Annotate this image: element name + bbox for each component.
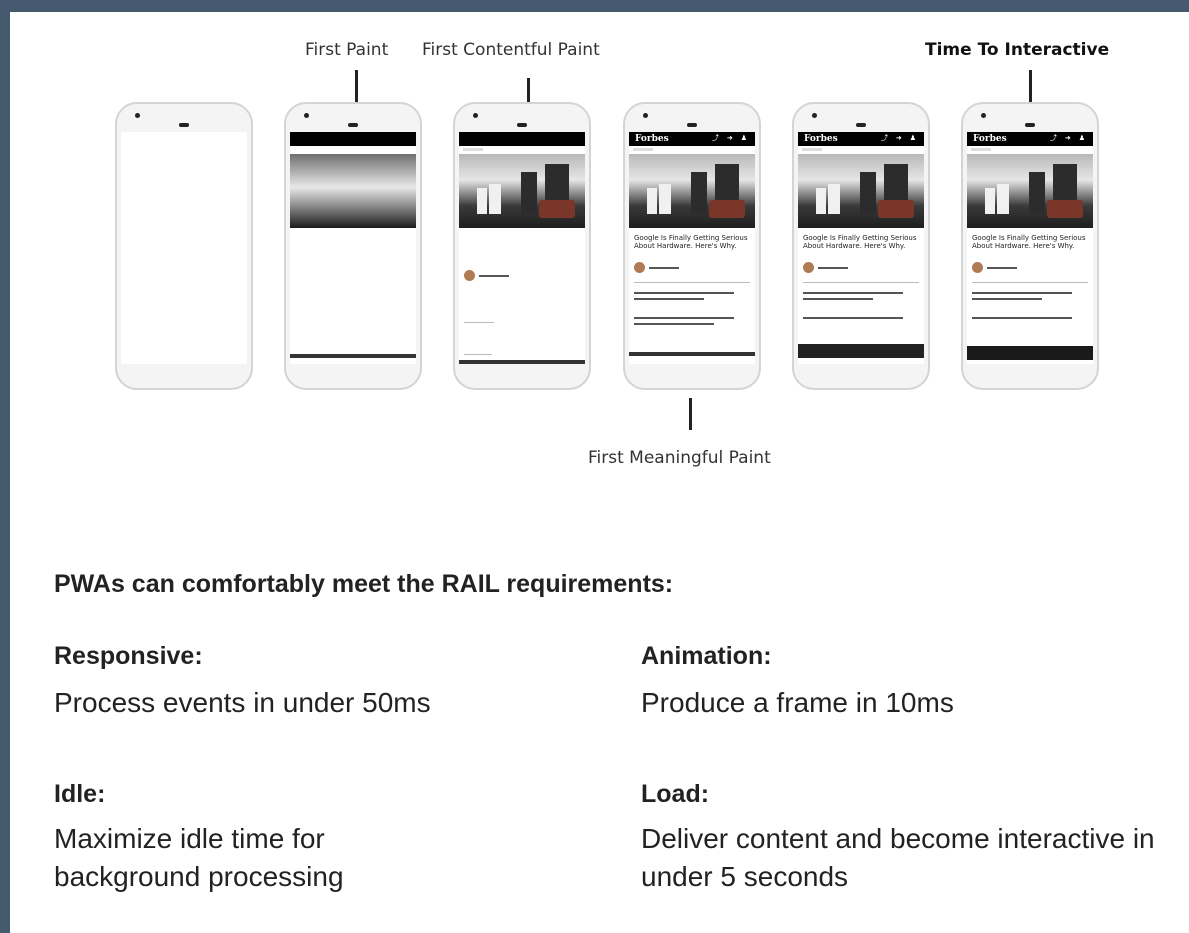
phone-speaker: [856, 123, 866, 127]
phone-speaker: [179, 123, 189, 127]
phone-camera: [473, 113, 478, 118]
phone-camera: [304, 113, 309, 118]
hero-image: [629, 154, 755, 228]
first-meaningful-paint-tick: [689, 398, 692, 430]
phone-camera: [135, 113, 140, 118]
rail-desc-animation: Produce a frame in 10ms: [641, 687, 954, 718]
toolbar-icons: ⤴ ➜ ♟: [880, 135, 919, 142]
rail-term-responsive: Responsive:: [54, 642, 203, 670]
rail-term-idle: Idle:: [54, 780, 106, 808]
app-bar-placeholder: [459, 132, 585, 146]
rail-term-load: Load:: [641, 780, 710, 808]
phone-camera: [812, 113, 817, 118]
bottom-bar-placeholder: [459, 360, 585, 364]
text-line-placeholder: [464, 354, 492, 355]
rail-heading: PWAs can comfortably meet the RAIL requi…: [54, 570, 674, 598]
forbes-logo: Forbes: [635, 134, 669, 144]
hero-image: [459, 154, 585, 228]
phone-screen: Forbes ⤴ ➜ ♟ Google Is Finally Getting S…: [967, 132, 1093, 364]
author-avatar: [634, 262, 645, 273]
phone-speaker: [348, 123, 358, 127]
article-headline: Google Is Finally Getting Serious About …: [972, 234, 1086, 250]
author-name-placeholder: [649, 267, 679, 269]
author-avatar: [972, 262, 983, 273]
bottom-bar-placeholder: [290, 354, 416, 358]
divider: [803, 282, 919, 283]
phone-screen: [459, 132, 585, 364]
app-bar: Forbes ⤴ ➜ ♟: [629, 132, 755, 146]
text-line-placeholder: [972, 317, 1072, 319]
phone-frame-first-paint: [284, 102, 422, 390]
phone-frame-blank: [115, 102, 253, 390]
rail-desc-responsive: Process events in under 50ms: [54, 687, 431, 718]
rail-desc-idle: Maximize idle time for background proces…: [54, 823, 344, 892]
rail-desc-load: Deliver content and become interactive i…: [641, 823, 1155, 892]
hero-placeholder: [290, 154, 416, 228]
text-line-placeholder: [803, 298, 873, 300]
phone-screen: Forbes ⤴ ➜ ♟ Google Is Finally Getting S…: [629, 132, 755, 364]
text-line-placeholder: [634, 292, 734, 294]
toolbar-icons: ⤴ ➜ ♟: [1049, 135, 1088, 142]
text-line-placeholder: [803, 292, 903, 294]
divider: [972, 282, 1088, 283]
text-line-placeholder: [634, 298, 704, 300]
article-headline: Google Is Finally Getting Serious About …: [634, 234, 748, 250]
text-line-placeholder: [972, 298, 1042, 300]
author-name-placeholder: [987, 267, 1017, 269]
author-name-placeholder: [818, 267, 848, 269]
phone-camera: [643, 113, 648, 118]
article-headline: Google Is Finally Getting Serious About …: [803, 234, 917, 250]
phone-frame-first-meaningful-paint: Forbes ⤴ ➜ ♟ Google Is Finally Getting S…: [623, 102, 761, 390]
milestone-first-paint: First Paint: [305, 40, 389, 60]
app-bar-placeholder: [290, 132, 416, 146]
section-label-placeholder: [971, 148, 991, 151]
phone-speaker: [517, 123, 527, 127]
phone-screen: Forbes ⤴ ➜ ♟ Google Is Finally Getting S…: [798, 132, 924, 364]
bottom-bar: [629, 352, 755, 356]
text-line-placeholder: [634, 317, 734, 319]
divider: [634, 282, 750, 283]
bottom-banner: [967, 346, 1093, 360]
app-bar: Forbes ⤴ ➜ ♟: [798, 132, 924, 146]
section-label-placeholder: [633, 148, 653, 151]
hero-image: [967, 154, 1093, 228]
hero-image: [798, 154, 924, 228]
phone-frame-first-contentful-paint: [453, 102, 591, 390]
section-label-placeholder: [802, 148, 822, 151]
forbes-logo: Forbes: [973, 134, 1007, 144]
milestone-first-meaningful-paint: First Meaningful Paint: [588, 448, 771, 468]
phone-camera: [981, 113, 986, 118]
author-avatar: [803, 262, 814, 273]
phone-screen: [290, 132, 416, 364]
author-name-placeholder: [479, 275, 509, 277]
text-line-placeholder: [972, 292, 1072, 294]
app-bar: Forbes ⤴ ➜ ♟: [967, 132, 1093, 146]
section-label-placeholder: [463, 148, 483, 151]
phone-frame-time-to-interactive: Forbes ⤴ ➜ ♟ Google Is Finally Getting S…: [961, 102, 1099, 390]
milestone-first-contentful-paint: First Contentful Paint: [422, 40, 600, 60]
phone-speaker: [1025, 123, 1035, 127]
milestone-time-to-interactive: Time To Interactive: [925, 40, 1110, 60]
text-line-placeholder: [634, 323, 714, 325]
bottom-bar: [798, 344, 924, 358]
author-avatar: [464, 270, 475, 281]
forbes-logo: Forbes: [804, 134, 838, 144]
text-line-placeholder: [464, 322, 494, 323]
phone-screen: [121, 132, 247, 364]
toolbar-icons: ⤴ ➜ ♟: [711, 135, 750, 142]
phone-frame-loading: Forbes ⤴ ➜ ♟ Google Is Finally Getting S…: [792, 102, 930, 390]
phone-speaker: [687, 123, 697, 127]
rail-term-animation: Animation:: [641, 642, 772, 670]
text-line-placeholder: [803, 317, 903, 319]
